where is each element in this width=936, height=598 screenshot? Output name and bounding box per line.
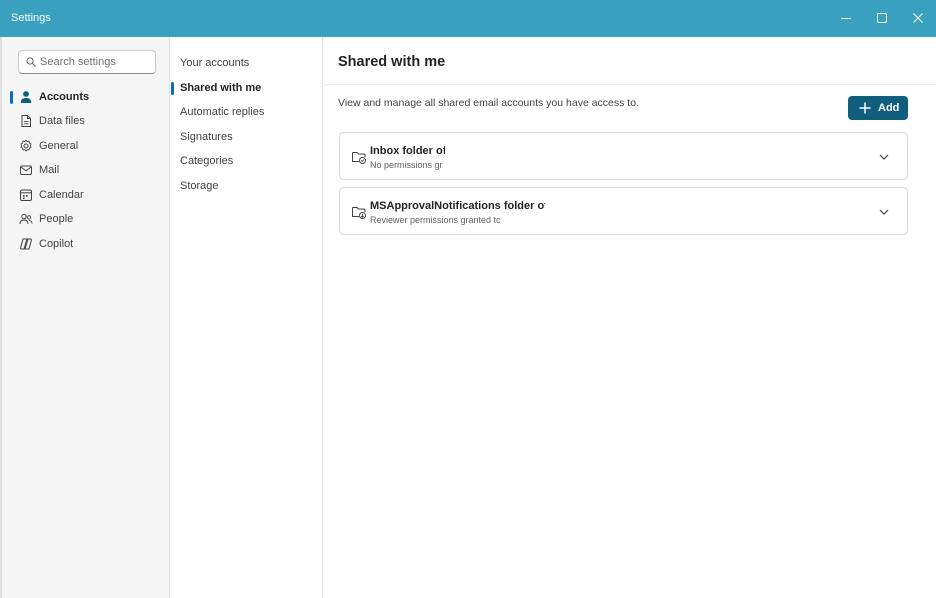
nav-item-copilot[interactable]: Copilot xyxy=(2,233,168,255)
person-icon xyxy=(20,91,32,103)
close-button[interactable] xyxy=(900,0,936,37)
subnav-item-label: Storage xyxy=(180,180,219,192)
nav-item-label: People xyxy=(39,213,74,225)
chevron-down-icon[interactable] xyxy=(878,207,890,217)
maximize-icon xyxy=(877,13,887,23)
document-icon xyxy=(21,115,31,127)
subnav-item-label: Categories xyxy=(180,155,234,167)
page-description: View and manage all shared email account… xyxy=(338,97,639,109)
search-icon xyxy=(26,57,36,67)
nav-item-mail[interactable]: Mail xyxy=(2,159,168,181)
nav-item-people[interactable]: People xyxy=(2,208,168,230)
nav-item-label: Calendar xyxy=(39,189,84,201)
active-indicator xyxy=(10,91,13,104)
chevron-down-icon[interactable] xyxy=(878,152,890,162)
shared-folder-card[interactable]: Inbox folder of No permissions gr xyxy=(339,132,908,180)
accounts-subnav-pane: Your accounts Shared with me Automatic r… xyxy=(171,37,323,598)
nav-item-label: Copilot xyxy=(39,238,74,250)
add-button-label: Add xyxy=(878,102,900,114)
main-content: Shared with me View and manage all share… xyxy=(324,37,936,598)
maximize-button[interactable] xyxy=(864,0,900,37)
card-subtitle: No permissions gr xyxy=(370,160,443,170)
subnav-item-categories[interactable]: Categories xyxy=(171,150,321,172)
page-header: Shared with me xyxy=(324,37,936,85)
subnav-item-label: Signatures xyxy=(180,131,233,143)
settings-nav-pane: Accounts Data files General Mail Calenda… xyxy=(0,37,170,598)
search-input[interactable] xyxy=(40,54,150,70)
nav-item-data-files[interactable]: Data files xyxy=(2,110,168,132)
subnav-item-label: Automatic replies xyxy=(180,106,265,118)
card-title: Inbox folder of xyxy=(370,145,445,157)
add-button[interactable]: Add xyxy=(848,96,908,120)
window-title: Settings xyxy=(11,12,51,24)
shared-folder-card[interactable]: MSApprovalNotifications folder of · Revi… xyxy=(339,187,908,235)
nav-item-label: General xyxy=(39,140,79,152)
minimize-icon xyxy=(841,18,851,19)
subnav-item-automatic-replies[interactable]: Automatic replies xyxy=(171,101,321,123)
subnav-item-shared-with-me[interactable]: Shared with me xyxy=(171,77,321,99)
nav-item-general[interactable]: General xyxy=(2,135,168,157)
card-title: MSApprovalNotifications folder of · xyxy=(370,200,545,212)
nav-item-calendar[interactable]: Calendar xyxy=(2,184,168,206)
search-box[interactable] xyxy=(18,50,156,74)
subnav-item-storage[interactable]: Storage xyxy=(171,175,321,197)
nav-item-accounts[interactable]: Accounts xyxy=(2,86,168,108)
gear-icon xyxy=(20,139,32,152)
plus-icon xyxy=(859,102,871,114)
nav-item-label: Accounts xyxy=(39,91,90,103)
subnav-item-label: Your accounts xyxy=(180,57,250,69)
minimize-button[interactable] xyxy=(828,0,864,37)
active-indicator xyxy=(171,82,174,95)
copilot-icon xyxy=(20,238,32,250)
folder-shared-icon xyxy=(352,207,366,219)
subnav-item-signatures[interactable]: Signatures xyxy=(171,126,321,148)
card-subtitle: Reviewer permissions granted tc xyxy=(370,215,501,225)
folder-shared-icon xyxy=(352,152,366,164)
subnav-item-label: Shared with me xyxy=(180,82,262,94)
subnav-item-your-accounts[interactable]: Your accounts xyxy=(171,52,321,74)
nav-item-label: Data files xyxy=(39,115,85,127)
title-bar: Settings xyxy=(0,0,936,37)
page-title: Shared with me xyxy=(338,54,446,70)
close-icon xyxy=(913,13,923,23)
calendar-icon xyxy=(20,189,32,201)
people-icon xyxy=(19,213,33,225)
nav-item-label: Mail xyxy=(39,164,60,176)
mail-icon xyxy=(20,165,32,175)
